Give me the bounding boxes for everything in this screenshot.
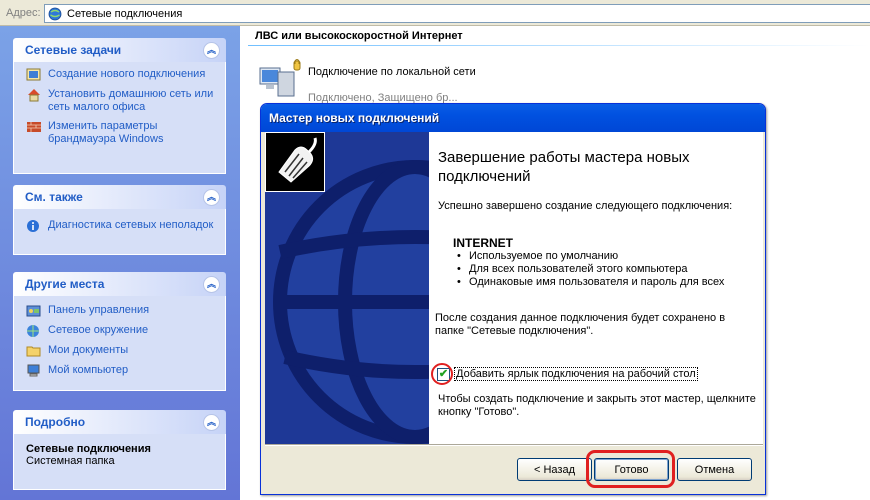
wizard-side-banner [265,132,429,444]
details-panel: Подробно ︽ Сетевые подключения Системная… [13,410,226,490]
lan-connection-icon[interactable] [258,58,302,102]
place-control-panel[interactable]: Панель управления [26,304,217,318]
panel-title: См. также [25,190,83,204]
other-places-header[interactable]: Другие места ︽ [13,272,226,296]
network-folder-icon [48,7,62,21]
control-panel-icon [26,305,41,317]
my-documents-icon [26,346,41,357]
chevron-up-icon[interactable]: ︽ [203,189,220,206]
wizard-content: Завершение работы мастера новых подключе… [429,132,763,444]
network-tasks-body: Создание нового подключения Установить д… [13,62,226,174]
task-home-network[interactable]: Установить домашнюю сеть или сеть малого… [26,88,217,114]
wizard-success-text: Успешно завершено создание следующего по… [438,200,733,212]
group-title: ЛВС или высокоскоростной Интернет [255,30,463,42]
chevron-up-icon[interactable]: ︽ [203,414,220,431]
task-firewall[interactable]: Изменить параметры брандмауэра Windows [26,120,217,146]
finish-highlight-ring [586,450,675,488]
checkbox-highlight-ring [431,362,453,385]
place-network-places[interactable]: Сетевое окружение [26,324,217,338]
panel-title: Подробно [25,415,86,429]
address-field[interactable]: Сетевые подключения [44,4,870,23]
address-label: Адрес: [6,7,41,19]
task-new-connection[interactable]: Создание нового подключения [26,68,217,82]
address-value: Сетевые подключения [67,8,183,20]
details-type: Системная папка [26,455,115,467]
wizard-connection-name: INTERNET [453,236,513,250]
details-body: Сетевые подключения Системная папка [13,434,226,490]
new-connection-wizard: Мастер новых подключений Завершение рабо… [260,103,766,495]
see-also-header[interactable]: См. также ︽ [13,185,226,209]
wizard-title: Мастер новых подключений [269,111,440,125]
list-item: Для всех пользователей этого компьютера [457,263,724,276]
address-bar: Адрес: Сетевые подключения [0,0,870,26]
back-button[interactable]: < Назад [517,458,592,481]
wizard-finish-note: Чтобы создать подключение и закрыть этот… [438,393,756,418]
connection-name[interactable]: Подключение по локальной сети [308,66,478,79]
add-shortcut-checkbox-row[interactable]: ✔ Добавить ярлык подключения на рабочий … [431,362,698,385]
panel-title: Сетевые задачи [25,43,122,57]
details-name: Сетевые подключения [26,443,151,455]
other-places-body: Панель управления Сетевое окружение Мои … [13,296,226,391]
wizard-separator [265,444,763,446]
list-item: Используемое по умолчанию [457,250,724,263]
wizard-heading: Завершение работы мастера новых подключе… [438,149,690,185]
wizard-title-bar[interactable]: Мастер новых подключений [261,104,765,132]
network-tasks-panel: Сетевые задачи ︽ Создание нового подключ… [13,38,226,174]
my-computer-icon [27,364,40,377]
place-my-documents[interactable]: Мои документы [26,344,217,358]
add-shortcut-label[interactable]: Добавить ярлык подключения на рабочий ст… [454,367,698,381]
new-connection-icon [26,68,41,81]
network-places-icon [27,325,39,337]
place-my-computer[interactable]: Мой компьютер [26,364,217,378]
list-item: Одинаковые имя пользователя и пароль для… [457,276,724,289]
network-tasks-header[interactable]: Сетевые задачи ︽ [13,38,226,62]
see-also-body: Диагностика сетевых неполадок [13,209,226,255]
other-places-panel: Другие места ︽ Панель управления Сетевое… [13,272,226,391]
wizard-after-create-text: После создания данное подключения будет … [435,312,726,337]
task-diagnostics[interactable]: Диагностика сетевых неполадок [26,219,217,233]
chevron-up-icon[interactable]: ︽ [203,42,220,59]
info-icon [27,220,39,232]
group-title-rule [248,45,870,46]
network-cable-icon [265,132,325,192]
firewall-icon [27,122,41,132]
chevron-up-icon[interactable]: ︽ [203,276,220,293]
see-also-panel: См. также ︽ Диагностика сетевых неполадо… [13,185,226,255]
details-header[interactable]: Подробно ︽ [13,410,226,434]
panel-title: Другие места [25,277,105,291]
home-network-icon [28,89,40,102]
cancel-button[interactable]: Отмена [677,458,752,481]
wizard-bullet-list: Используемое по умолчанию Для всех польз… [457,250,724,289]
task-pane: Сетевые задачи ︽ Создание нового подключ… [0,26,240,500]
